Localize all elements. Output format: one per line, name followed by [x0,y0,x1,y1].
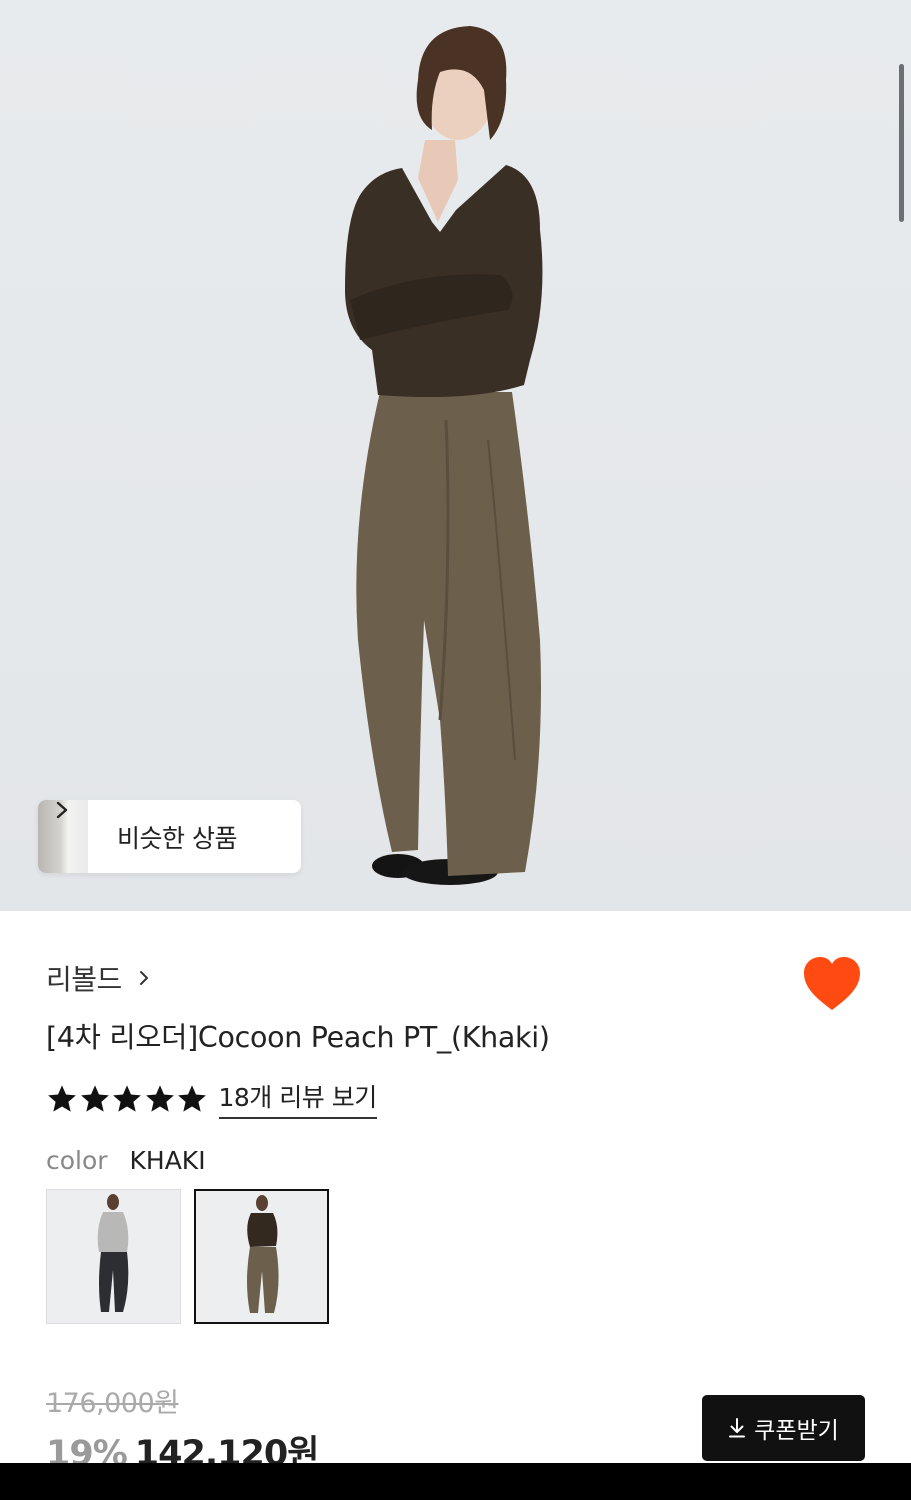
scrollbar[interactable] [899,64,904,222]
star-icon [113,1084,141,1112]
model-illustration [0,0,911,911]
swatch-thumbnail [196,1191,327,1322]
original-price: 176,000원 [46,1388,179,1419]
star-icon [80,1084,109,1112]
reviews-link[interactable]: 18개 리뷰 보기 [218,1078,377,1119]
color-swatch-khaki[interactable] [194,1189,329,1324]
brand-link[interactable]: 리볼드 [46,958,152,998]
download-icon [729,1418,746,1438]
color-label: color [46,1146,108,1175]
product-hero-image[interactable]: 비슷한 상품 [0,0,911,911]
brand-name: 리볼드 [46,963,122,996]
product-title: [4차 리오더]Cocoon Peach PT_(Khaki) [46,1021,550,1054]
color-row: color KHAKI [46,1146,206,1175]
star-icon [48,1084,76,1112]
similar-products-button[interactable]: 비슷한 상품 [38,800,301,873]
rating-stars [46,1083,209,1115]
swatch-thumbnail [47,1190,180,1323]
color-value: KHAKI [129,1146,206,1175]
bottom-bar [0,1463,911,1500]
star-icon [178,1084,206,1112]
star-icon [145,1084,174,1112]
heart-icon[interactable] [803,956,861,1012]
similar-products-label: 비슷한 상품 [117,823,237,853]
chevron-right-icon [56,801,68,819]
coupon-label: 쿠폰받기 [754,1418,839,1444]
coupon-button[interactable]: 쿠폰받기 [702,1395,865,1461]
rating-row: 18개 리뷰 보기 [46,1078,377,1119]
color-swatch-gray[interactable] [46,1189,181,1324]
chevron-right-icon [139,971,148,985]
